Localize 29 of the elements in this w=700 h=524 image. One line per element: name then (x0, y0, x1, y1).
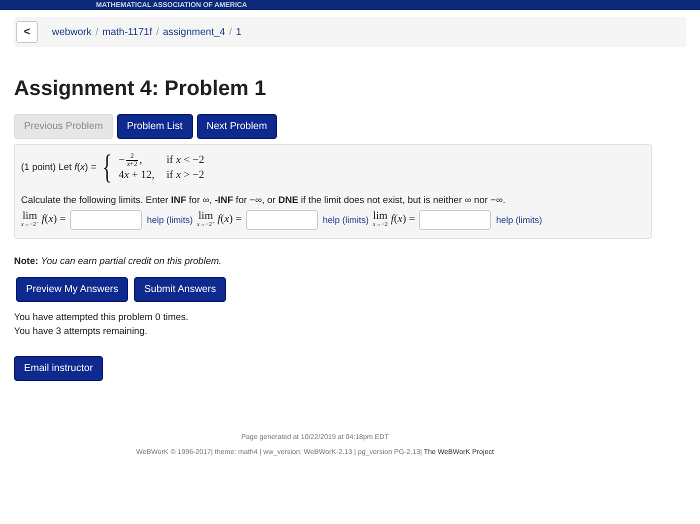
help-link[interactable]: help (limits) (322, 214, 369, 227)
breadcrumb-separator: / (95, 26, 98, 40)
breadcrumb-separator: / (229, 26, 232, 40)
breadcrumb-separator: / (156, 26, 159, 40)
help-link[interactable]: help (limits) (146, 214, 193, 227)
breadcrumb-link[interactable]: assignment_4 (162, 24, 226, 40)
piece-condition: if x > −2 (166, 168, 204, 183)
attempts-text: You have attempted this problem 0 times. (14, 311, 190, 326)
answer-button[interactable]: Preview My Answers (16, 277, 128, 302)
instructions-text: Calculate the following limits. Enter INF for ∞, -INF for −∞, or DNE if the limit does not exist, but is neither ∞ nor −∞. (21, 194, 506, 208)
breadcrumb-link[interactable]: 1 (236, 24, 242, 40)
answer-button[interactable]: Submit Answers (134, 277, 226, 302)
note-text: Note: You can earn partial credit on this problem. (14, 255, 223, 269)
attempts-text: You have 3 attempts remaining. (14, 325, 148, 340)
answer-field[interactable] (419, 210, 492, 230)
email-instructor-button[interactable]: Email instructor (14, 356, 103, 382)
answer-field[interactable] (246, 210, 318, 230)
piece-condition: if x < −2 (166, 153, 204, 168)
nav-button[interactable]: Next Problem (196, 114, 278, 139)
breadcrumb-link[interactable]: webwork (52, 24, 92, 40)
back-button[interactable]: < (16, 21, 38, 43)
nav-button[interactable]: Problem List (116, 114, 192, 139)
breadcrumb-link[interactable]: math-1171f (102, 24, 152, 40)
page-title: Assignment 4: Problem 1 (14, 76, 268, 102)
help-link[interactable]: help (limits) (496, 214, 542, 227)
answer-field[interactable] (70, 210, 142, 230)
problem-intro: (1 point) Let f(x) = (21, 160, 96, 175)
piece-expression: 4x + 12, (118, 168, 154, 183)
brace-icon: { (102, 151, 112, 185)
